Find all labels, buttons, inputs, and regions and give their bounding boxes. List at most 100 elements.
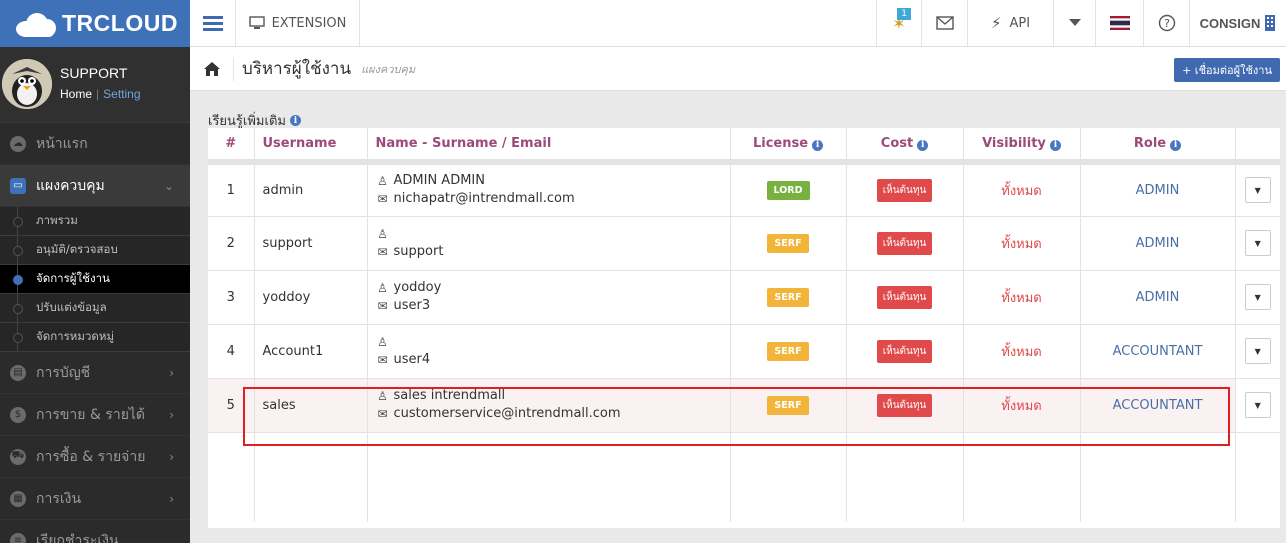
row-cost: เห็นต้นทุน [846,270,964,325]
plug-icon: ⚡ [990,14,1002,32]
connect-user-button[interactable]: + เชื่อมต่อผู้ใช้งาน [1174,58,1280,82]
column-header-num: # [208,128,255,165]
row-num: 5 [208,378,255,433]
api-button[interactable]: ⚡ API [968,0,1054,46]
row-action-dropdown-button[interactable]: ▼ [1244,177,1271,204]
license-badge: SERF [767,341,809,361]
row-name-email: ♙ yoddoy ✉ user3 [367,270,731,325]
sidebar-subitem-customize[interactable]: ปรับแต่งข้อมูล [0,294,190,323]
row-username: yoddoy [254,270,368,325]
sidebar-item-purchase[interactable]: ⛟ การซื้อ & รายจ่าย › [0,436,190,478]
table-row-highlighted: 5 sales ♙ sales intrendmall ✉ customerserv… [208,378,1280,433]
table-empty-row [208,432,1280,522]
page-header: บริหารผู้ใช้งาน แผงควบคุม + เชื่อมต่อผู้… [190,47,1286,91]
cost-badge: เห็นต้นทุน [876,393,933,417]
sidebar-item-label: การซื้อ & รายจ่าย [36,448,146,465]
row-role: ADMIN [1080,270,1236,325]
home-link[interactable]: Home [60,87,92,101]
extension-label: EXTENSION [271,15,347,31]
sidebar-subitem-overview[interactable]: ภาพรวม [0,207,190,236]
sidebar-subitem-label: จัดการหมวดหมู่ [36,329,115,343]
column-header-cost: Cost i [846,128,964,165]
dropdown-button[interactable] [1054,0,1096,46]
row-cost: เห็นต้นทุน [846,324,964,379]
language-button[interactable] [1096,0,1144,46]
avatar[interactable] [2,59,52,109]
row-username: sales [254,378,368,433]
api-label: API [1009,15,1031,31]
chevron-right-icon: › [169,449,174,464]
row-cost: เห็นต้นทุน [846,378,964,433]
question-icon: ? [1158,14,1175,32]
column-header-license: License i [730,128,847,165]
column-header-visibility: Visibility i [963,128,1081,165]
license-badge: SERF [767,287,809,307]
row-visibility: ทั้งหมด [963,162,1081,217]
row-email: nichapatr@intrendmall.com [393,191,575,207]
profile-name: SUPPORT [60,65,128,81]
logo-bar[interactable]: TRCLOUD [0,0,190,47]
user-icon: ♙ [377,227,388,241]
chevron-down-icon: ⌄ [163,178,174,193]
sidebar-item-billing[interactable]: ≡ เรียกชำระเงิน [0,520,190,543]
row-action-dropdown-button[interactable]: ▼ [1244,230,1271,256]
envelope-icon: ✉ [377,299,388,313]
row-visibility: ทั้งหมด [963,324,1081,379]
notification-button[interactable]: ✶ 1 [876,0,922,46]
license-badge: LORD [766,180,810,200]
row-license: LORD [730,162,847,217]
row-visibility: ทั้งหมด [963,216,1081,271]
row-action-dropdown-button[interactable]: ▼ [1244,392,1271,418]
envelope-icon: ✉ [377,192,388,207]
row-username: support [254,216,368,271]
profile: SUPPORT Home | Setting [0,47,190,123]
sidebar-item-home[interactable]: ☁ หน้าแรก [0,123,190,165]
cost-badge: เห็นต้นทุน [876,178,933,202]
license-badge: SERF [767,233,809,253]
sidebar-item-control-panel[interactable]: ▭ แผงควบคุม ⌄ [0,165,190,207]
mail-button[interactable] [922,0,968,46]
row-fullname: sales intrendmall [393,388,506,403]
row-action-dropdown-button[interactable]: ▼ [1244,338,1271,364]
sidebar-subitem-label: ภาพรวม [36,213,78,227]
home-icon[interactable] [190,56,234,81]
envelope-icon: ✉ [377,245,388,259]
column-header-username: Username [254,128,368,165]
row-name-email: ♙ ✉ support [367,216,731,271]
user-icon: ♙ [377,281,388,295]
extension-button[interactable]: EXTENSION [236,0,360,46]
sidebar-item-finance[interactable]: ▦ การเงิน › [0,478,190,520]
page-title: บริหารผู้ใช้งาน [242,59,352,79]
sidebar-subitem-approval[interactable]: อนุมัติ/ตรวจสอบ [0,236,190,265]
cloud-icon: ☁ [10,135,26,152]
sidebar-item-sales[interactable]: $ การขาย & รายได้ › [0,394,190,436]
link-separator: | [96,87,100,101]
user-icon: ♙ [377,389,388,403]
setting-link[interactable]: Setting [103,87,140,101]
help-button[interactable]: ? [1144,0,1190,46]
sidebar-subitem-label: จัดการผู้ใช้งาน [36,271,110,285]
table-row: 1 admin ♙ ADMIN ADMIN ✉ nichapatr@intrendm… [208,162,1280,217]
menu-toggle-button[interactable] [190,0,236,46]
sidebar-item-label: แผงควบคุม [36,177,105,194]
row-email: support [393,244,444,259]
row-license: SERF [730,378,847,433]
consign-button[interactable]: CONSIGN [1190,0,1286,46]
sidebar-item-accounting[interactable]: ▤ การบัญชี › [0,352,190,394]
table-row: 2 support ♙ ✉ support SERF เห็นต้นทุน ทั้… [208,216,1280,271]
row-email: user4 [393,352,431,367]
chevron-right-icon: › [169,365,174,380]
sidebar-subitem-categories[interactable]: จัดการหมวดหมู่ [0,323,190,352]
svg-text:?: ? [1164,17,1170,30]
cart-icon: ⛟ [10,448,26,465]
row-action-dropdown-button[interactable]: ▼ [1244,284,1271,310]
row-num: 1 [208,162,255,217]
envelope-icon: ✉ [377,353,388,367]
row-actions: ▼ [1235,162,1280,217]
notification-badge: 1 [897,8,911,20]
info-icon: i [917,139,929,151]
users-table: # Username Name - Surname / Email Licens… [208,128,1280,528]
info-icon: i [812,139,824,151]
sidebar-subitem-user-management[interactable]: จัดการผู้ใช้งาน [0,265,190,294]
book-icon: ▤ [10,364,26,381]
